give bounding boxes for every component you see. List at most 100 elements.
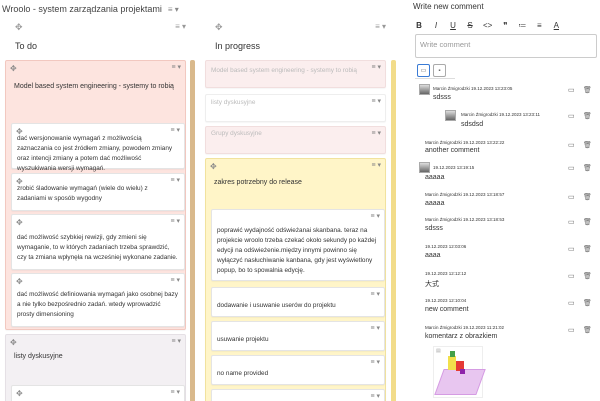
reply-icon[interactable]: ▭ <box>568 272 575 280</box>
comment-text: aaaaa <box>425 174 445 181</box>
card[interactable]: ✥ ≡ ▾ dać możliwość szybkiej rewizji, gd… <box>11 214 185 270</box>
ordered-list-icon[interactable]: ≔ <box>518 21 526 30</box>
trash-icon[interactable]: 🗑 <box>583 272 592 280</box>
trash-icon[interactable]: 🗑 <box>583 218 592 226</box>
comment-meta: Marcin Żmigrodzki 19.12.2023 11:21:02 <box>425 325 504 330</box>
move-icon[interactable]: ✥ <box>215 22 223 33</box>
comment-meta: 19.12.2023 12:12:12 <box>425 271 467 276</box>
trash-icon[interactable]: 🗑 <box>583 112 592 120</box>
card[interactable]: ≡ ▾ dodawanie i usuwanie userów do proje… <box>211 287 385 317</box>
kanban-board: Wroolo - system zarządzania projektami ≡… <box>0 0 405 401</box>
card-group[interactable]: ✥ ≡ ▾ zakres potrzebny do release ≡ ▾ po… <box>205 158 386 401</box>
card-menu-icon[interactable]: ≡ ▾ <box>370 324 380 332</box>
comment-text: komentarz z obrazkiem <box>425 333 498 340</box>
reply-icon[interactable]: ▭ <box>568 86 575 94</box>
card-menu-icon[interactable]: ≡ ▾ <box>170 217 180 225</box>
move-icon[interactable]: ✥ <box>15 22 23 33</box>
move-icon[interactable]: ✥ <box>10 338 17 347</box>
trash-icon[interactable]: 🗑 <box>583 141 592 149</box>
comment-text: sdsdsd <box>461 121 484 128</box>
reply-icon[interactable]: ▭ <box>568 218 575 226</box>
reply-icon[interactable]: ▭ <box>568 326 575 334</box>
card-menu-icon[interactable]: ≡ ▾ <box>170 276 180 284</box>
card-menu-icon[interactable]: ≡ ▾ <box>371 161 381 169</box>
column-title: In progress <box>215 41 261 51</box>
card-menu-icon[interactable]: ≡ ▾ <box>170 126 180 134</box>
card-menu-icon[interactable]: ≡ ▾ <box>370 358 380 366</box>
card[interactable]: ≡ ▾ listy dyskusyjne <box>205 94 386 122</box>
card-menu-icon[interactable]: ≡ ▾ <box>370 290 380 298</box>
move-icon[interactable]: ✥ <box>16 218 23 227</box>
underline-icon[interactable]: U <box>449 21 457 30</box>
board-menu-icon[interactable]: ≡ ▾ <box>168 5 179 14</box>
card[interactable]: ≡ ▾ <box>211 389 385 401</box>
card-menu-icon[interactable]: ≡ ▾ <box>170 176 180 184</box>
comment-image[interactable]: ▤ <box>433 346 486 398</box>
bullet-list-icon[interactable]: ≡ <box>535 21 543 30</box>
card[interactable]: ≡ ▾ Grupy dyskusyjne <box>205 126 386 154</box>
card[interactable]: ≡ ▾ usuwanie projektu <box>211 321 385 351</box>
card-menu-icon[interactable]: ≡ ▾ <box>171 337 181 345</box>
reply-icon[interactable]: ▭ <box>568 299 575 307</box>
avatar <box>419 84 430 95</box>
move-icon[interactable]: ✥ <box>10 64 17 73</box>
trash-icon[interactable]: 🗑 <box>583 299 592 307</box>
card-menu-icon[interactable]: ≡ ▾ <box>370 212 380 220</box>
card-menu-icon[interactable]: ≡ ▾ <box>171 63 181 71</box>
italic-icon[interactable]: I <box>432 21 440 30</box>
comment-text: sdsss <box>433 94 451 101</box>
card-text: poprawić wydajność odświeżanai skanbana.… <box>217 227 377 274</box>
card[interactable]: ≡ ▾ poprawić wydajność odświeżanai skanb… <box>211 209 385 281</box>
comment-editor[interactable]: Write comment <box>415 34 597 58</box>
file-icon: ▤ <box>436 348 441 354</box>
strikethrough-icon[interactable]: S <box>466 21 474 30</box>
reply-icon[interactable]: ▭ <box>568 193 575 201</box>
column-scrollbar[interactable] <box>190 60 195 401</box>
avatar <box>445 110 456 121</box>
card[interactable]: ≡ ▾ no name provided <box>211 355 385 385</box>
card-text: zrobić śladowanie wymagań (wiele do wiel… <box>17 185 148 202</box>
comment-meta: Marcin Żmigrodzki 19.12.2023 13:22:22 <box>425 140 505 145</box>
comment-icon[interactable]: ▭ <box>417 64 430 77</box>
trash-icon[interactable]: 🗑 <box>583 86 592 94</box>
reply-icon[interactable]: ▭ <box>568 141 575 149</box>
column-menu-icon[interactable]: ≡ ▾ <box>375 22 386 31</box>
move-icon[interactable]: ✥ <box>16 389 23 398</box>
editor-toolbar: B I U S <> ❞ ≔ ≡ A <box>415 18 599 32</box>
card[interactable]: ≡ ▾ Model based system engineering - sys… <box>205 60 386 88</box>
card[interactable]: ✥ ≡ ▾ dać możliwość definiowania wymagań… <box>11 273 185 327</box>
reply-icon[interactable]: ▭ <box>568 164 575 172</box>
card-group[interactable]: ✥ ≡ ▾ listy dyskusyjne ✥ ≡ ▾ <box>5 334 186 401</box>
column-scrollbar[interactable] <box>391 60 396 401</box>
image-block <box>460 369 465 374</box>
card[interactable]: ✥ ≡ ▾ dać wersjonowanie wymagań z możliw… <box>11 123 185 172</box>
trash-icon[interactable]: 🗑 <box>583 164 592 172</box>
card[interactable]: ✥ ≡ ▾ <box>11 385 185 401</box>
move-icon[interactable]: ✥ <box>16 277 23 286</box>
text-color-icon[interactable]: A <box>552 21 560 30</box>
image-icon[interactable]: ▪ <box>433 64 446 77</box>
comment-placeholder: Write comment <box>420 40 471 49</box>
trash-icon[interactable]: 🗑 <box>583 245 592 253</box>
column-menu-icon[interactable]: ≡ ▾ <box>175 22 186 31</box>
quote-icon[interactable]: ❞ <box>501 21 509 30</box>
comment-meta: 19.12.2023 12:03:06 <box>425 244 467 249</box>
code-icon[interactable]: <> <box>483 21 492 30</box>
comment-meta: Marcin Żmigrodzki 19.12.2023 13:18:53 <box>425 217 505 222</box>
move-icon[interactable]: ✥ <box>210 162 217 171</box>
card-menu-icon[interactable]: ≡ ▾ <box>370 392 380 400</box>
card-menu-icon[interactable]: ≡ ▾ <box>170 388 180 396</box>
trash-icon[interactable]: 🗑 <box>583 193 592 201</box>
card-title: zakres potrzebny do release <box>214 179 302 186</box>
image-block <box>448 356 456 370</box>
bold-icon[interactable]: B <box>415 21 423 30</box>
card-group[interactable]: ✥ ≡ ▾ Model based system engineering - s… <box>5 60 186 330</box>
card-text: dać możliwość szybkiej rewizji, gdy zmie… <box>17 234 178 261</box>
comment-panel: Write new comment B I U S <> ❞ ≔ ≡ A Wri… <box>405 0 600 401</box>
reply-icon[interactable]: ▭ <box>568 112 575 120</box>
reply-icon[interactable]: ▭ <box>568 245 575 253</box>
card-title: listy dyskusyjne <box>14 353 63 360</box>
trash-icon[interactable]: 🗑 <box>583 326 592 334</box>
avatar <box>419 162 430 173</box>
card[interactable]: ✥ ≡ ▾ zrobić śladowanie wymagań (wiele d… <box>11 173 185 211</box>
